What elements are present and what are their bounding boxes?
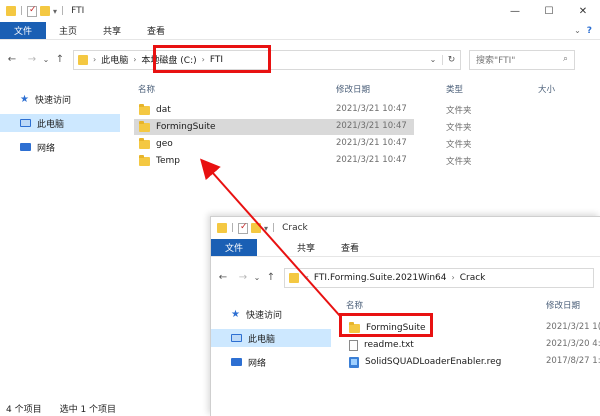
maximize-icon[interactable]: ☐ bbox=[532, 0, 566, 22]
column-date[interactable]: 修改日期 bbox=[336, 83, 370, 95]
address-bar[interactable]: « FTI.Forming.Suite.2021Win64 › Crack bbox=[284, 267, 594, 288]
close-icon[interactable]: ✕ bbox=[566, 0, 600, 22]
back-arrow-icon[interactable]: ← bbox=[5, 54, 19, 65]
address-row: ← → ⌄ ↑ « FTI.Forming.Suite.2021Win64 › … bbox=[211, 264, 600, 291]
folder-icon bbox=[139, 120, 150, 132]
history-chevron-icon[interactable]: ⌄ bbox=[39, 55, 53, 64]
minimize-icon[interactable]: — bbox=[498, 0, 532, 22]
quick-access-toolbar: | ▾ | bbox=[0, 5, 65, 17]
table-row[interactable]: geo 2021/3/21 10:47 文件夹 bbox=[134, 136, 472, 152]
search-icon[interactable]: ⌕ bbox=[563, 54, 568, 64]
properties-icon[interactable] bbox=[27, 5, 38, 17]
column-name[interactable]: 名称 bbox=[138, 83, 155, 95]
forward-arrow-icon[interactable]: → bbox=[236, 272, 250, 283]
column-size[interactable]: 大小 bbox=[538, 83, 555, 95]
tab-share[interactable]: 共享 bbox=[90, 22, 134, 39]
computer-icon bbox=[20, 119, 31, 127]
title-bar: | ▾ | Crack bbox=[211, 217, 600, 239]
nav-item-quick-access[interactable]: ★ 快速访问 bbox=[0, 90, 120, 108]
new-folder-icon[interactable] bbox=[251, 223, 262, 233]
folder-icon bbox=[78, 54, 88, 65]
selected-count: 选中 1 个项目 bbox=[59, 404, 117, 415]
navigation-pane: ★ 快速访问 此电脑 网络 bbox=[0, 90, 120, 156]
folder-icon bbox=[139, 103, 150, 115]
breadcrumb-crack[interactable]: Crack bbox=[460, 273, 486, 283]
table-row[interactable]: SolidSQUADLoaderEnabler.reg 2017/8/27 1: bbox=[344, 354, 600, 370]
window-controls: — ☐ ✕ bbox=[498, 0, 600, 22]
tab-home[interactable]: 主页 bbox=[46, 22, 90, 39]
new-folder-icon[interactable] bbox=[40, 6, 51, 16]
table-row[interactable]: readme.txt 2021/3/20 4: bbox=[344, 337, 600, 353]
help-icon[interactable]: ? bbox=[587, 26, 592, 36]
folder-icon bbox=[289, 272, 299, 283]
chevron-down-icon[interactable]: ▾ bbox=[53, 7, 57, 16]
expand-ribbon-icon[interactable]: ⌄ bbox=[574, 26, 581, 35]
nav-item-quick-access[interactable]: ★ 快速访问 bbox=[211, 305, 331, 323]
network-icon bbox=[20, 143, 31, 151]
tab-view[interactable]: 查看 bbox=[328, 239, 372, 256]
column-headers: 名称 修改日期 bbox=[344, 295, 600, 313]
ribbon-tabs: 文件 主页 共享 查看 ⌄ ? bbox=[0, 22, 600, 40]
table-row[interactable]: FormingSuite 2021/3/21 10:47 文件夹 bbox=[134, 119, 472, 135]
address-dropdown-icon[interactable]: ⌄ bbox=[424, 55, 442, 64]
refresh-icon[interactable]: ↻ bbox=[442, 54, 460, 65]
properties-icon[interactable] bbox=[238, 222, 249, 234]
status-bar: 4 个项目 选中 1 个项目 bbox=[0, 400, 116, 416]
forward-arrow-icon[interactable]: → bbox=[25, 54, 39, 65]
computer-icon bbox=[231, 334, 242, 342]
up-arrow-icon[interactable]: ↑ bbox=[264, 272, 278, 283]
address-row: ← → ⌄ ↑ › 此电脑 › 本地磁盘 (C:) › FTI ⌄ ↻ 搜索"F… bbox=[0, 46, 600, 73]
table-row[interactable]: FormingSuite 2021/3/21 1( bbox=[344, 320, 600, 336]
tab-file[interactable]: 文件 bbox=[211, 239, 258, 256]
window-title: FTI bbox=[71, 6, 85, 16]
up-arrow-icon[interactable]: ↑ bbox=[53, 54, 67, 65]
address-bar[interactable]: › 此电脑 › 本地磁盘 (C:) › FTI ⌄ ↻ bbox=[73, 49, 461, 70]
navigation-pane: ★ 快速访问 此电脑 网络 bbox=[211, 305, 331, 371]
reg-file-icon bbox=[349, 356, 359, 368]
column-type[interactable]: 类型 bbox=[446, 83, 463, 95]
column-name[interactable]: 名称 bbox=[346, 299, 363, 311]
nav-item-this-pc[interactable]: 此电脑 bbox=[0, 114, 120, 132]
nav-item-this-pc[interactable]: 此电脑 bbox=[211, 329, 331, 347]
network-icon bbox=[231, 358, 242, 366]
star-icon: ★ bbox=[20, 93, 29, 105]
title-bar: | ▾ | FTI — ☐ ✕ bbox=[0, 0, 600, 22]
star-icon: ★ bbox=[231, 308, 240, 320]
folder-icon bbox=[139, 137, 150, 149]
file-list: 名称 修改日期 FormingSuite 2021/3/21 1( readme… bbox=[344, 295, 600, 415]
nav-item-network[interactable]: 网络 bbox=[0, 138, 120, 156]
table-row[interactable]: dat 2021/3/21 10:47 文件夹 bbox=[134, 102, 472, 118]
column-headers: 名称 修改日期 类型 大小 bbox=[134, 79, 600, 97]
chevron-down-icon[interactable]: ▾ bbox=[264, 224, 268, 233]
breadcrumb-this-pc[interactable]: 此电脑 bbox=[101, 53, 128, 66]
history-chevron-icon[interactable]: ⌄ bbox=[250, 273, 264, 282]
item-count: 4 个项目 bbox=[6, 404, 42, 415]
text-file-icon bbox=[349, 339, 358, 351]
nav-item-network[interactable]: 网络 bbox=[211, 353, 331, 371]
folder-icon[interactable] bbox=[6, 6, 16, 16]
breadcrumb-local-disk[interactable]: 本地磁盘 (C:) bbox=[141, 53, 196, 66]
explorer-window-crack: | ▾ | Crack 文件 共享 查看 ← → ⌄ ↑ « FTI.Formi… bbox=[210, 216, 600, 416]
breadcrumb-forming-suite[interactable]: FTI.Forming.Suite.2021Win64 bbox=[314, 273, 447, 283]
search-input[interactable]: 搜索"FTI" ⌕ bbox=[469, 49, 575, 70]
back-arrow-icon[interactable]: ← bbox=[216, 272, 230, 283]
quick-access-toolbar: | ▾ | bbox=[211, 222, 276, 234]
table-row[interactable]: Temp 2021/3/21 10:47 文件夹 bbox=[134, 153, 472, 169]
tab-file[interactable]: 文件 bbox=[0, 22, 47, 39]
column-date[interactable]: 修改日期 bbox=[546, 299, 580, 311]
folder-icon[interactable] bbox=[217, 223, 227, 233]
ribbon-tabs: 文件 共享 查看 bbox=[211, 239, 600, 257]
tab-share[interactable]: 共享 bbox=[257, 239, 328, 256]
breadcrumb-fti[interactable]: FTI bbox=[210, 55, 223, 65]
folder-icon bbox=[349, 321, 360, 333]
folder-icon bbox=[139, 154, 150, 166]
window-title: Crack bbox=[282, 223, 308, 233]
tab-view[interactable]: 查看 bbox=[134, 22, 178, 39]
